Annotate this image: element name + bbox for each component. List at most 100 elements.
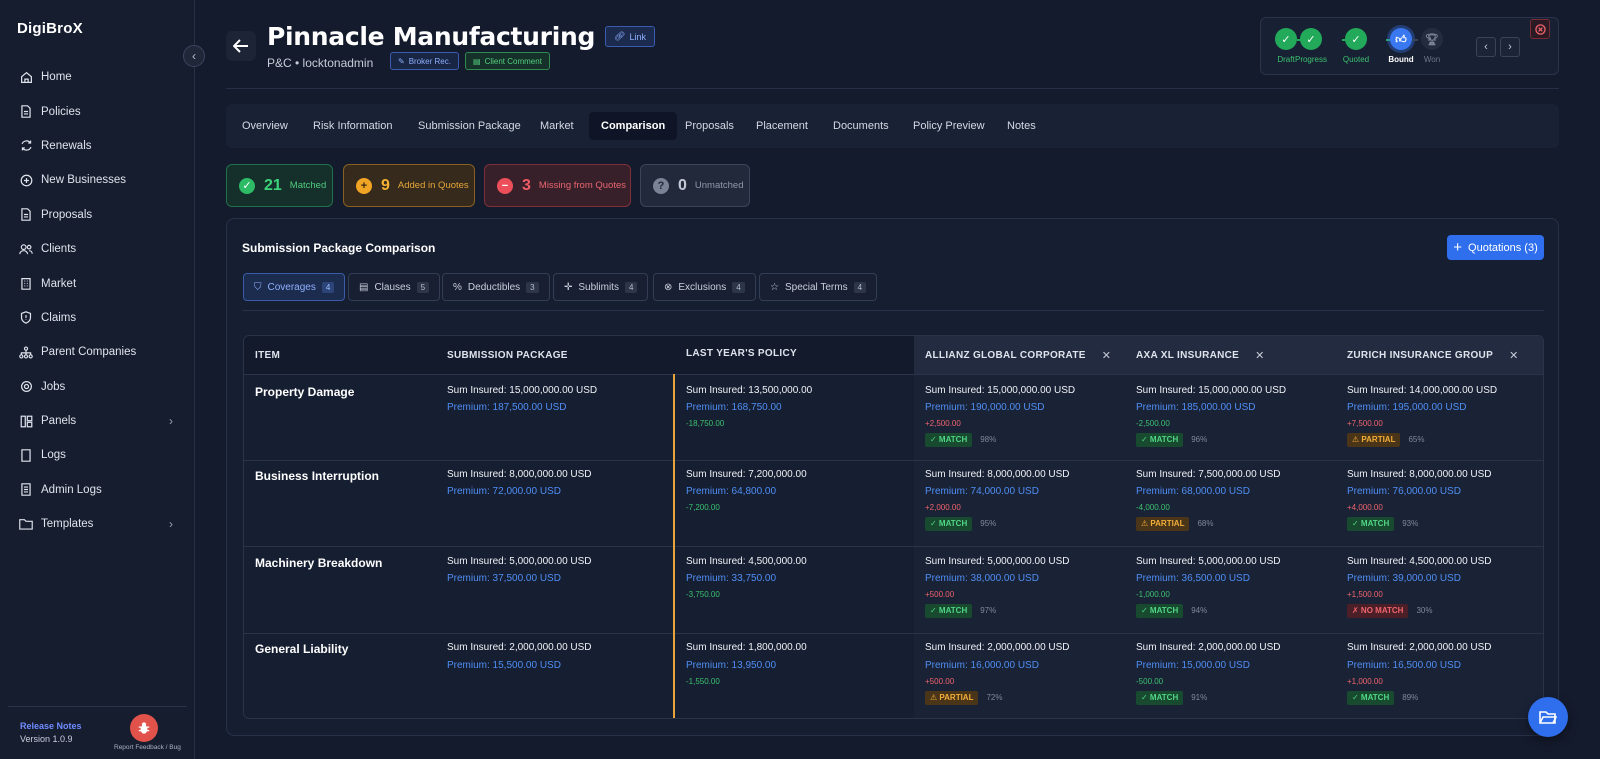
tab-risk-information[interactable]: Risk Information xyxy=(301,112,404,140)
feedback-label: Report Feedback / Bug xyxy=(114,744,181,751)
documents-fab[interactable] xyxy=(1528,697,1568,737)
remove-quote-icon[interactable]: ✕ xyxy=(1102,349,1112,362)
sublimit-icon: ✛ xyxy=(564,281,573,293)
status-badge: ✓ MATCH xyxy=(925,433,973,447)
sidebar-item-jobs[interactable]: Jobs xyxy=(0,370,195,404)
sidebar-item-label: Logs xyxy=(41,449,66,462)
match-percent: 95% xyxy=(980,519,997,528)
filter-sublimits[interactable]: ✛ Sublimits 4 xyxy=(553,273,649,301)
column-header-last-year: LAST YEAR'S POLICY xyxy=(686,347,797,359)
premium: Premium: 33,750.00 xyxy=(686,573,777,584)
sum-insured: Sum Insured: 4,500,000.00 xyxy=(686,556,807,567)
item-name: General Liability xyxy=(255,642,349,656)
tab-placement[interactable]: Placement xyxy=(744,112,820,140)
match-status: ✓ MATCH 98% xyxy=(925,433,996,447)
sidebar-item-panels[interactable]: Panels › xyxy=(0,404,195,438)
header-divider xyxy=(226,88,1559,89)
sum-insured: Sum Insured: 15,000,000.00 USD xyxy=(447,385,598,396)
chevron-left-icon: ‹ xyxy=(1484,41,1488,53)
sidebar-item-logs[interactable]: Logs xyxy=(0,438,195,472)
sum-insured: Sum Insured: 14,000,000.00 USD xyxy=(1347,385,1498,396)
remove-quote-icon[interactable]: ✕ xyxy=(1509,349,1519,362)
filter-deductibles[interactable]: % Deductibles 3 xyxy=(442,273,550,301)
sidebar-item-renewals[interactable]: Renewals xyxy=(0,129,195,163)
filter-clauses[interactable]: ▤ Clauses 5 xyxy=(348,273,441,301)
sidebar-item-home[interactable]: Home xyxy=(0,60,195,94)
matched-stat[interactable]: ✓ 21 Matched xyxy=(226,164,333,207)
header-divider xyxy=(244,374,1543,375)
filter-label: Exclusions xyxy=(678,281,727,293)
match-status: ✓ MATCH 93% xyxy=(1347,517,1418,531)
status-badge: ✓ MATCH xyxy=(1136,604,1184,618)
broker-rec-chip[interactable]: ✎ Broker Rec. xyxy=(390,52,459,70)
remove-quote-icon[interactable]: ✕ xyxy=(1255,349,1265,362)
cancel-status-button[interactable] xyxy=(1530,19,1550,39)
match-status: ⚠ PARTIAL 72% xyxy=(925,691,1002,705)
sidebar-item-new-businesses[interactable]: New Businesses xyxy=(0,163,195,197)
filter-label: Clauses xyxy=(374,281,411,293)
client-comment-chip[interactable]: ▤ Client Comment xyxy=(465,52,550,70)
tab-notes[interactable]: Notes xyxy=(995,112,1048,140)
unmatched-label: Unmatched xyxy=(694,180,744,191)
sidebar-item-label: Admin Logs xyxy=(41,483,102,496)
filter-coverages[interactable]: ⛉ Coverages 4 xyxy=(243,273,346,301)
next-step-button[interactable]: › xyxy=(1500,37,1520,57)
sidebar-item-clients[interactable]: Clients xyxy=(0,232,195,266)
filter-count: 5 xyxy=(416,281,430,293)
tab-submission-package[interactable]: Submission Package xyxy=(406,112,533,140)
sidebar-item-label: Policies xyxy=(41,105,81,118)
column-header-axa: AXA XL INSURANCE ✕ xyxy=(1136,336,1265,374)
admin-logs-icon xyxy=(19,483,33,497)
sum-insured: Sum Insured: 2,000,000.00 USD xyxy=(1347,642,1492,653)
sidebar-item-parent-companies[interactable]: Parent Companies xyxy=(0,335,195,369)
sidebar-item-proposals[interactable]: Proposals xyxy=(0,198,195,232)
sidebar-item-market[interactable]: Market xyxy=(0,266,195,300)
sum-insured: Sum Insured: 7,500,000.00 USD xyxy=(1136,469,1281,480)
sidebar-item-label: Parent Companies xyxy=(41,346,137,359)
sidebar-item-label: Market xyxy=(41,277,77,290)
sum-insured: Sum Insured: 5,000,000.00 USD xyxy=(1136,556,1281,567)
match-status: ✓ MATCH 96% xyxy=(1136,433,1207,447)
step-progress[interactable]: ✓ Progress xyxy=(1291,28,1331,64)
link-button[interactable]: 🔗︎ Link xyxy=(605,26,655,47)
sum-insured: Sum Insured: 8,000,000.00 USD xyxy=(447,469,592,480)
match-status: ✓ MATCH 94% xyxy=(1136,604,1207,618)
premium-difference: -500.00 xyxy=(1136,677,1164,686)
status-stepper: ✓ Draft ✓ Progress ✓ Quoted 👍︎ Bound 🏆︎ … xyxy=(1260,17,1559,75)
sidebar-item-claims[interactable]: Claims xyxy=(0,301,195,335)
tab-policy-preview[interactable]: Policy Preview xyxy=(901,112,997,140)
item-name: Business Interruption xyxy=(255,469,380,483)
prev-step-button[interactable]: ‹ xyxy=(1476,37,1496,57)
premium-difference: -4,000.00 xyxy=(1136,503,1170,512)
tab-comparison[interactable]: Comparison xyxy=(589,112,678,140)
premium-difference: +2,500.00 xyxy=(925,419,961,428)
sidebar: DigiBroX Home Policies Renewals New Busi… xyxy=(0,0,195,759)
pencil-icon: ✎ xyxy=(398,56,405,66)
plus-icon: + xyxy=(1453,239,1463,256)
status-badge: ✓ MATCH xyxy=(925,517,973,531)
tab-documents[interactable]: Documents xyxy=(821,112,901,140)
sidebar-collapse-button[interactable]: ‹ xyxy=(183,45,205,67)
sidebar-item-admin-logs[interactable]: Admin Logs xyxy=(0,473,195,507)
bug-report-button[interactable] xyxy=(130,714,158,742)
filter-exclusions[interactable]: ⊗ Exclusions 4 xyxy=(653,273,756,301)
step-won[interactable]: 🏆︎ Won xyxy=(1412,28,1452,64)
filter-special-terms[interactable]: ☆ Special Terms 4 xyxy=(759,273,878,301)
quotations-button[interactable]: + Quotations (3) xyxy=(1447,235,1544,260)
column-header-item: ITEM xyxy=(255,349,281,361)
sidebar-item-policies[interactable]: Policies xyxy=(0,94,195,128)
sidebar-item-label: Home xyxy=(41,71,72,84)
release-notes-link[interactable]: Release Notes xyxy=(20,721,82,731)
premium-difference: -3,750.00 xyxy=(686,590,720,599)
back-button[interactable] xyxy=(226,31,256,61)
step-quoted[interactable]: ✓ Quoted xyxy=(1336,28,1376,64)
tab-proposals[interactable]: Proposals xyxy=(673,112,746,140)
missing-stat[interactable]: − 3 Missing from Quotes xyxy=(484,164,631,207)
status-badge: ⚠ PARTIAL xyxy=(1136,517,1190,531)
tab-market[interactable]: Market xyxy=(528,112,586,140)
unmatched-stat[interactable]: ? 0 Unmatched xyxy=(640,164,750,207)
added-stat[interactable]: + 9 Added in Quotes xyxy=(343,164,475,207)
sidebar-item-templates[interactable]: Templates › xyxy=(0,507,195,541)
item-name: Machinery Breakdown xyxy=(255,556,383,570)
tab-overview[interactable]: Overview xyxy=(230,112,300,140)
